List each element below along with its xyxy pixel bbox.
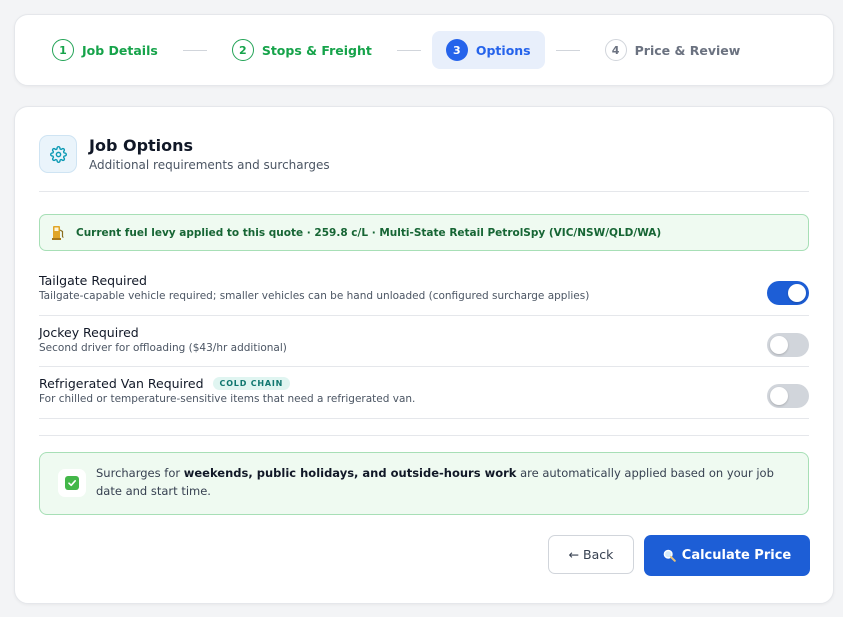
calculate-price-label: Calculate Price bbox=[681, 548, 792, 563]
section-divider bbox=[39, 435, 809, 436]
tailgate-toggle[interactable] bbox=[767, 281, 809, 305]
fuel-pump-icon bbox=[52, 225, 66, 241]
fuel-levy-banner: Current fuel levy applied to this quote … bbox=[39, 214, 809, 251]
option-description: Tailgate-capable vehicle required; small… bbox=[39, 290, 590, 302]
step-number: 3 bbox=[445, 39, 468, 61]
step-job-details[interactable]: 1 Job Details bbox=[38, 31, 172, 69]
checkbox-checked-icon bbox=[58, 469, 86, 497]
option-title: Refrigerated Van Required bbox=[39, 376, 204, 391]
step-price-review[interactable]: 4 Price & Review bbox=[591, 31, 755, 69]
fuel-levy-text: Current fuel levy applied to this quote … bbox=[76, 226, 662, 239]
surcharge-prefix: Surcharges for bbox=[96, 466, 184, 480]
magnifier-icon bbox=[663, 549, 676, 562]
option-jockey: Jockey Required Second driver for offloa… bbox=[39, 325, 809, 357]
step-label: Options bbox=[475, 42, 531, 58]
gear-icon bbox=[39, 135, 77, 173]
step-separator bbox=[182, 49, 207, 51]
step-number: 4 bbox=[604, 39, 627, 61]
option-tailgate: Tailgate Required Tailgate-capable vehic… bbox=[39, 273, 809, 305]
row-divider bbox=[39, 315, 809, 316]
header-divider bbox=[39, 191, 809, 192]
refrigerated-van-toggle[interactable] bbox=[767, 384, 809, 408]
row-divider bbox=[39, 366, 809, 367]
surcharge-text: Surcharges for weekends, public holidays… bbox=[96, 464, 794, 500]
option-title: Jockey Required bbox=[39, 325, 139, 340]
toggle-knob bbox=[788, 284, 806, 302]
step-label: Price & Review bbox=[634, 42, 741, 58]
step-stops-freight[interactable]: 2 Stops & Freight bbox=[218, 31, 386, 69]
option-title: Tailgate Required bbox=[39, 273, 147, 288]
toggle-knob bbox=[770, 336, 788, 354]
card-title: Job Options bbox=[89, 136, 194, 155]
jockey-toggle[interactable] bbox=[767, 333, 809, 357]
job-options-card: Job Options Additional requirements and … bbox=[14, 106, 834, 604]
row-divider bbox=[39, 418, 809, 419]
toggle-knob bbox=[770, 387, 788, 405]
calculate-price-button[interactable]: Calculate Price bbox=[644, 535, 810, 576]
step-number: 2 bbox=[231, 39, 254, 61]
back-button[interactable]: ← Back bbox=[548, 535, 634, 574]
surcharge-bold: weekends, public holidays, and outside-h… bbox=[183, 466, 517, 480]
wizard-stepper: 1 Job Details 2 Stops & Freight 3 Option… bbox=[14, 14, 834, 86]
step-label: Job Details bbox=[82, 42, 158, 58]
card-subtitle: Additional requirements and surcharges bbox=[89, 158, 330, 172]
option-description: Second driver for offloading ($43/hr add… bbox=[39, 342, 287, 354]
cold-chain-badge: COLD CHAIN bbox=[212, 377, 291, 390]
option-description: For chilled or temperature-sensitive ite… bbox=[39, 393, 416, 405]
step-separator bbox=[396, 49, 421, 51]
step-options[interactable]: 3 Options bbox=[431, 31, 545, 69]
step-separator bbox=[555, 49, 580, 51]
option-refrigerated-van: Refrigerated Van Required COLD CHAIN For… bbox=[39, 376, 809, 408]
surcharge-notice: Surcharges for weekends, public holidays… bbox=[39, 452, 809, 515]
card-header: Job Options Additional requirements and … bbox=[39, 135, 330, 173]
step-label: Stops & Freight bbox=[261, 42, 372, 58]
step-number: 1 bbox=[52, 39, 74, 61]
